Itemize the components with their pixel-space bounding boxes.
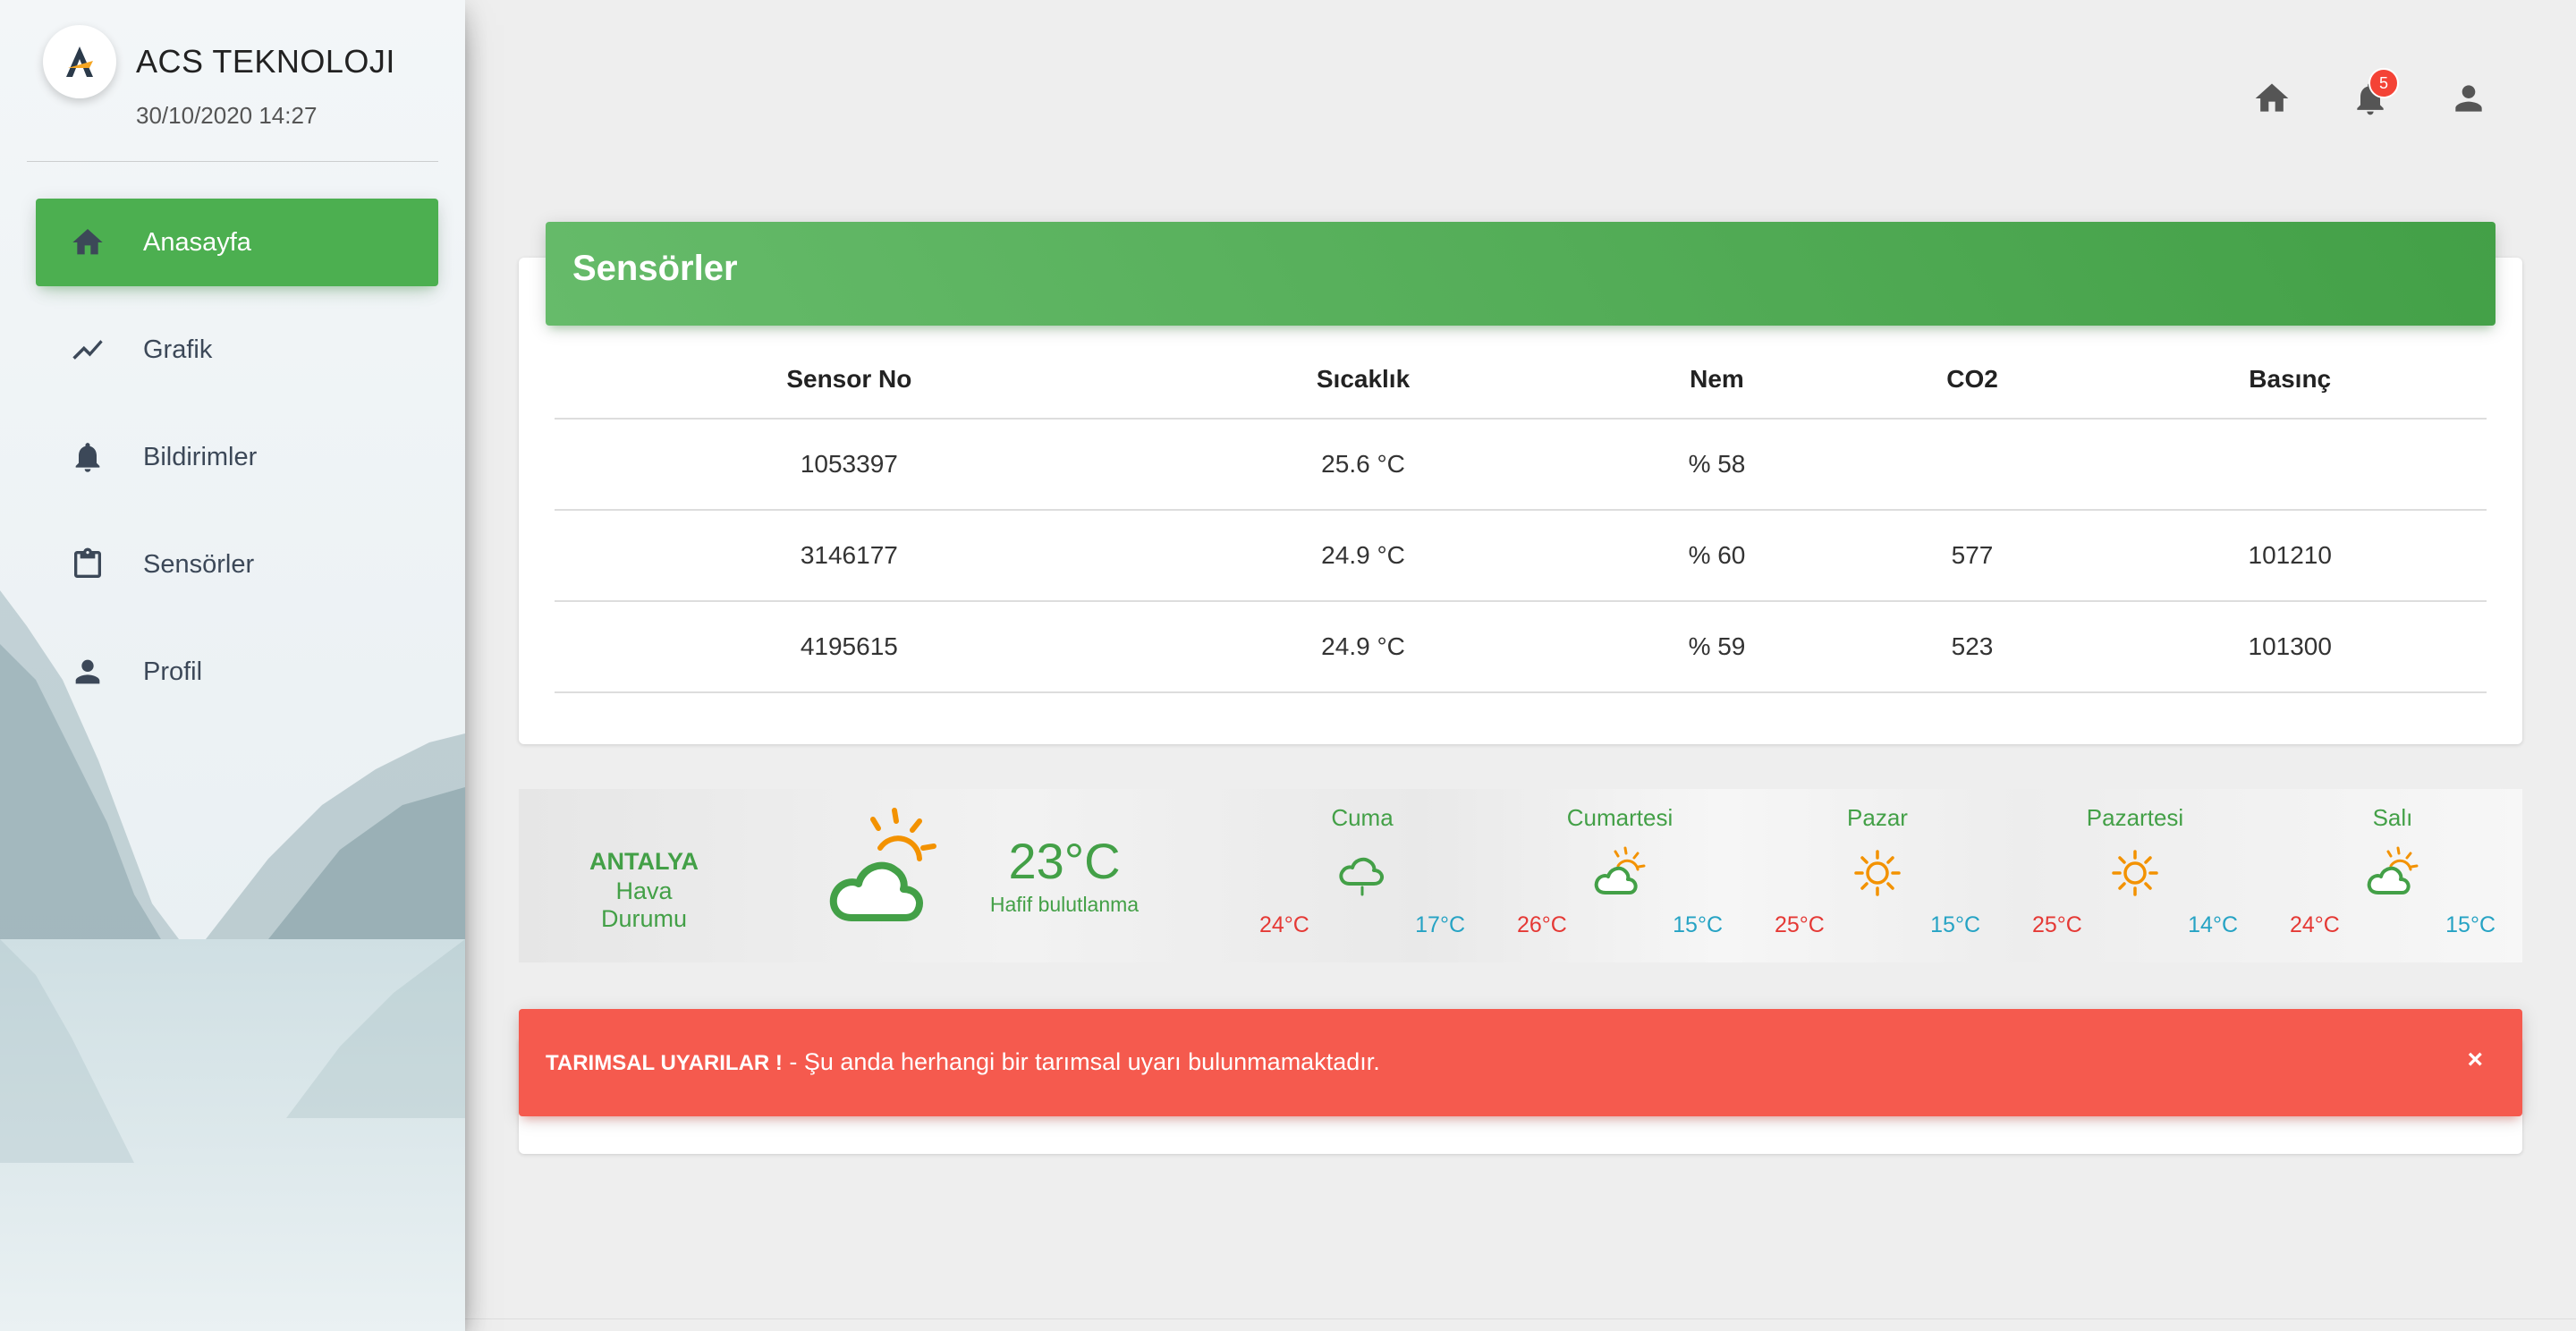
cell-pressure: 101300: [2093, 601, 2487, 693]
sidebar-item-label: Bildirimler: [143, 442, 258, 471]
forecast-day: Cumartesi 26°C 15°C: [1508, 800, 1732, 938]
table-row: 3146177 24.9 °C % 60 577 101210: [555, 510, 2487, 602]
brand-name: ACS TEKNOLOJI: [136, 43, 395, 80]
weather-widget: ANTALYA Hava Durumu 23°C Hafif bulutlanm…: [519, 789, 2522, 962]
forecast-low: 15°C: [2445, 912, 2496, 937]
home-icon[interactable]: [2252, 79, 2292, 118]
column-header-pressure: Basınç: [2093, 340, 2487, 420]
column-header-temperature: Sıcaklık: [1143, 340, 1583, 420]
person-icon: [75, 659, 100, 684]
sensors-table: Sensor No Sıcaklık Nem CO2 Basınç 105339…: [555, 340, 2487, 693]
forecast-day: Cuma 24°C 17°C: [1250, 800, 1474, 938]
weather-subtitle: Hava Durumu: [600, 877, 688, 932]
cell-pressure: 101210: [2093, 510, 2487, 602]
table-row: 4195615 24.9 °C % 59 523 101300: [555, 601, 2487, 693]
partly-cloudy-icon: [1594, 846, 1646, 894]
cell-co2: 523: [1851, 601, 2094, 693]
table-row: 1053397 25.6 °C % 58: [555, 419, 2487, 511]
forecast-high: 25°C: [2032, 912, 2082, 937]
sidebar-item-grafik[interactable]: Grafik: [36, 306, 438, 394]
weather-location: ANTALYA Hava Durumu: [572, 848, 716, 933]
forecast-day: Pazartesi 25°C 14°C: [2023, 800, 2247, 938]
sidebar: ACS TEKNOLOJI 30/10/2020 14:27 Anasayfa …: [0, 0, 465, 1331]
forecast-day: Salı 24°C 15°C: [2281, 800, 2504, 938]
forecast-day-name: Cuma: [1331, 804, 1394, 831]
agricultural-alert: TARIMSAL UYARILAR ! - Şu anda herhangi b…: [519, 1009, 2522, 1116]
acs-logo-icon: [66, 47, 93, 77]
forecast-high: 24°C: [1259, 912, 1309, 937]
partly-cloudy-icon: [829, 808, 936, 921]
sidebar-item-sensorler[interactable]: Sensörler: [36, 521, 438, 608]
trend-icon: [72, 340, 103, 360]
sidebar-item-label: Sensörler: [143, 549, 255, 579]
cell-sensor-no: 4195615: [555, 601, 1144, 693]
cell-co2: 577: [1851, 510, 2094, 602]
alert-separator: -: [782, 1048, 804, 1075]
forecast-low: 17°C: [1415, 912, 1465, 937]
sensors-card-header: Sensörler: [546, 222, 2496, 326]
sidebar-item-label: Grafik: [143, 335, 213, 364]
forecast-low: 14°C: [2188, 912, 2238, 937]
alert-title: TARIMSAL UYARILAR !: [546, 1051, 783, 1075]
home-icon: [72, 229, 103, 255]
sidebar-item-bildirimler[interactable]: Bildirimler: [36, 413, 438, 501]
user-account-icon[interactable]: [2449, 79, 2488, 118]
alert-close-button[interactable]: ×: [2467, 1045, 2483, 1075]
cell-pressure: [2093, 419, 2487, 511]
forecast-day-name: Salı: [2372, 804, 2413, 831]
cell-humidity: % 60: [1582, 510, 1852, 602]
forecast-day: Pazar 25°C 15°C: [1766, 800, 1989, 938]
cell-temperature: 24.9 °C: [1143, 601, 1583, 693]
cell-humidity: % 58: [1582, 419, 1852, 511]
logo[interactable]: [43, 25, 116, 98]
cell-temperature: 24.9 °C: [1143, 510, 1583, 602]
forecast-day-name: Pazartesi: [2086, 804, 2184, 831]
cell-humidity: % 59: [1582, 601, 1852, 693]
sidebar-item-label: Anasayfa: [143, 227, 251, 257]
forecast-day-name: Pazar: [1847, 804, 1908, 831]
divider: [27, 161, 438, 162]
sidebar-item-profil[interactable]: Profil: [36, 628, 438, 716]
column-header-humidity: Nem: [1582, 340, 1852, 420]
sidebar-nav: Anasayfa Grafik Bildirimler Sensörler Pr…: [36, 199, 438, 735]
forecast-low: 15°C: [1930, 912, 1980, 937]
bell-icon: [75, 443, 100, 472]
table-header-row: Sensor No Sıcaklık Nem CO2 Basınç: [555, 340, 2487, 420]
cell-sensor-no: 1053397: [555, 419, 1144, 511]
forecast-high: 25°C: [1775, 912, 1825, 937]
sun-icon: [1854, 850, 1901, 896]
brand: ACS TEKNOLOJI 30/10/2020 14:27: [43, 25, 436, 161]
weather-city: ANTALYA: [589, 848, 699, 875]
alert-message: Şu anda herhangi bir tarımsal uyarı bulu…: [803, 1048, 1380, 1075]
cell-sensor-no: 3146177: [555, 510, 1144, 602]
forecast-low: 15°C: [1673, 912, 1723, 937]
sidebar-item-label: Profil: [143, 657, 203, 686]
clipboard-icon: [74, 547, 101, 578]
sensors-title: Sensörler: [572, 249, 738, 288]
rain-cloud-icon: [1339, 857, 1384, 896]
forecast-high: 24°C: [2290, 912, 2340, 937]
sun-icon: [2112, 850, 2158, 896]
column-header-sensor-no: Sensor No: [555, 340, 1144, 420]
column-header-co2: CO2: [1851, 340, 2094, 420]
brand-datetime: 30/10/2020 14:27: [136, 102, 318, 129]
forecast-day-name: Cumartesi: [1566, 804, 1674, 831]
alert-text: TARIMSAL UYARILAR ! - Şu anda herhangi b…: [546, 1048, 1380, 1076]
weather-description: Hafif bulutlanma: [989, 893, 1140, 916]
partly-cloudy-icon: [2367, 846, 2419, 894]
cell-co2: [1851, 419, 2094, 511]
weather-current-temp: 23°C: [1008, 833, 1121, 889]
forecast-high: 26°C: [1517, 912, 1567, 937]
sidebar-item-anasayfa[interactable]: Anasayfa: [36, 199, 438, 286]
footer-divider: [465, 1318, 2576, 1319]
notification-count-badge: 5: [2368, 68, 2399, 98]
cell-temperature: 25.6 °C: [1143, 419, 1583, 511]
